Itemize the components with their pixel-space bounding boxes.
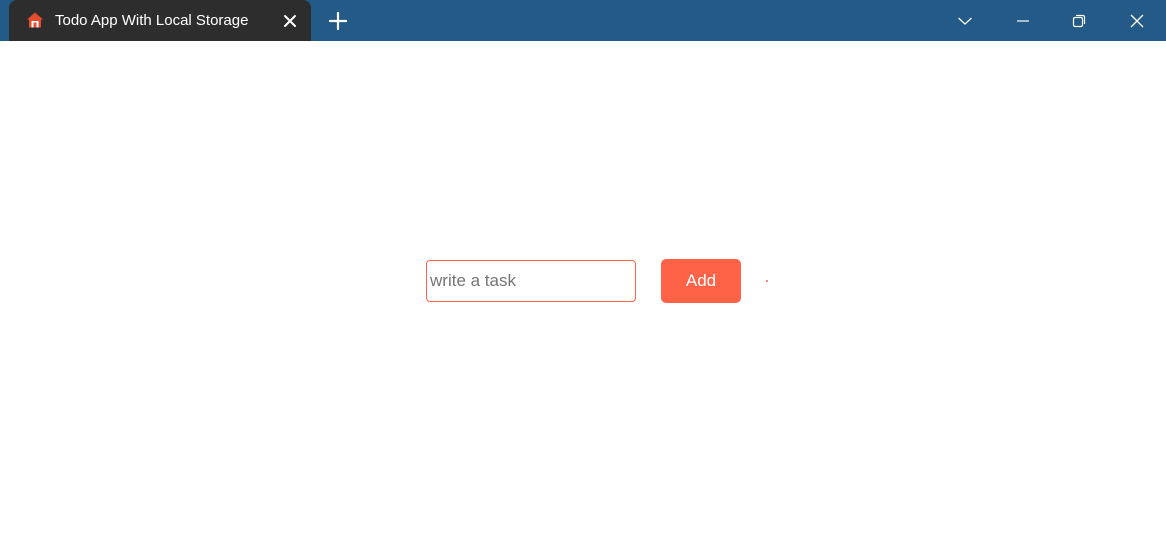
close-icon [1130, 14, 1144, 27]
tab-search-button[interactable] [942, 0, 988, 41]
restore-icon [1072, 14, 1086, 27]
task-input[interactable] [426, 260, 636, 302]
restore-button[interactable] [1056, 0, 1102, 41]
minimize-button[interactable] [1000, 0, 1046, 41]
browser-titlebar: Todo App With Local Storage [0, 0, 1166, 41]
plus-icon[interactable] [327, 10, 349, 32]
minimize-icon [1017, 19, 1029, 22]
add-button[interactable]: Add [661, 259, 741, 303]
home-icon [27, 12, 43, 28]
decorative-dot [766, 280, 768, 282]
browser-tab[interactable]: Todo App With Local Storage [9, 0, 311, 41]
chevron-down-icon [958, 17, 972, 25]
tab-title: Todo App With Local Storage [55, 12, 249, 29]
close-icon[interactable] [281, 12, 299, 30]
page-content: Add [0, 41, 1166, 560]
close-window-button[interactable] [1114, 0, 1160, 41]
